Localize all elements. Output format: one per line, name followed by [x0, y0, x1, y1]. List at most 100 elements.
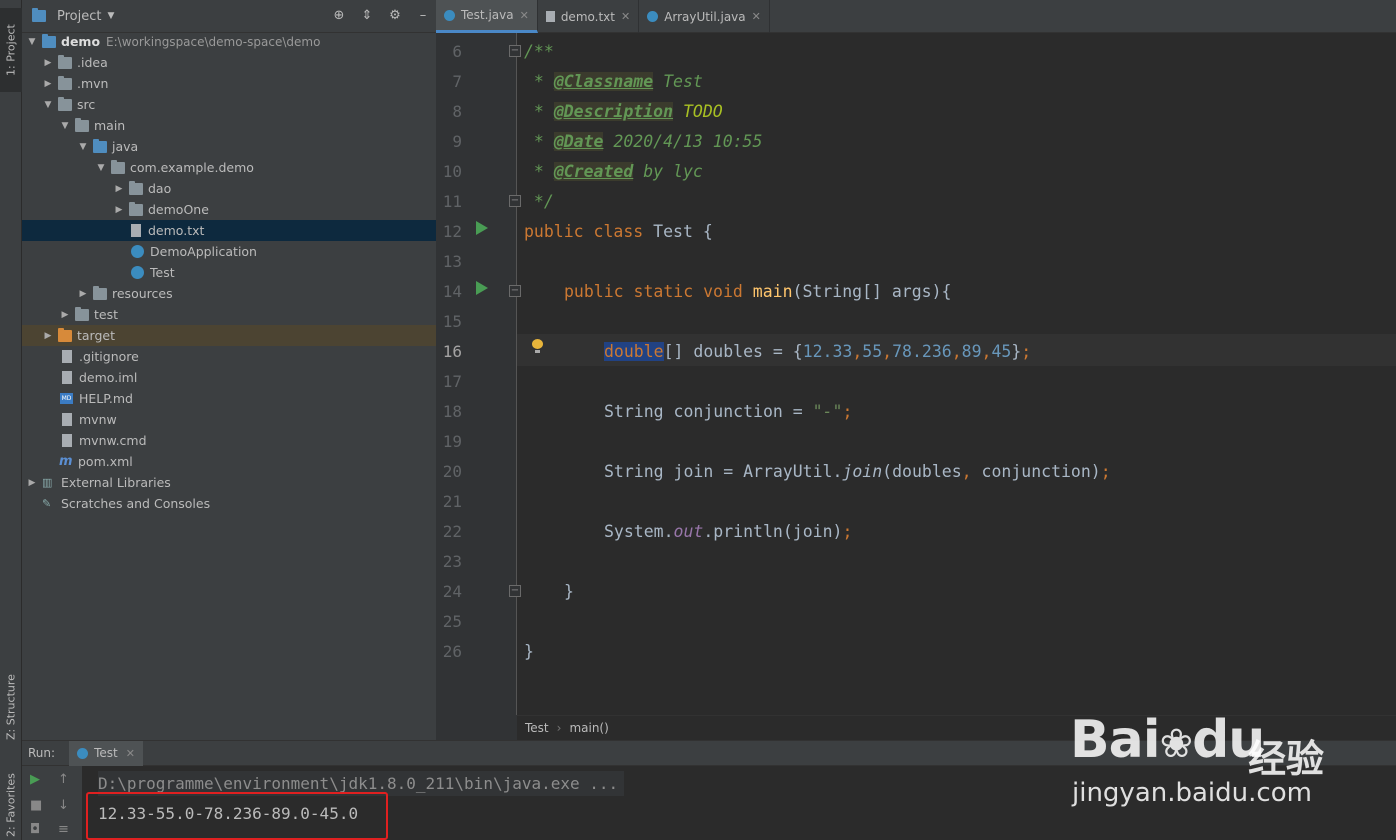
tree-item-demoapplication[interactable]: DemoApplication	[22, 241, 436, 262]
chevron-right-icon[interactable]: ▶	[113, 205, 125, 215]
tree-item-label: mvnw	[79, 412, 117, 427]
chevron-down-icon[interactable]: ▼	[42, 100, 54, 110]
project-panel-title[interactable]: Project	[57, 9, 101, 24]
favorites-tool-tab[interactable]: 2: Favorites	[0, 770, 22, 840]
close-icon[interactable]: ✕	[621, 10, 630, 23]
rerun-icon[interactable]: ▶	[30, 772, 40, 787]
code-token: ;	[1021, 342, 1032, 361]
tree-item-label: resources	[112, 286, 173, 301]
code-line-16: double[] doubles = {12.33,55,78.236,89,4…	[604, 337, 1031, 367]
chevron-right-icon[interactable]: ▶	[26, 478, 38, 488]
fold-icon[interactable]: −	[509, 45, 521, 57]
stop-icon[interactable]: ■	[30, 798, 42, 813]
project-panel-header: Project ▼ ⊕ ⇕ ⚙ –	[22, 0, 436, 33]
tree-item-label: .idea	[77, 55, 108, 70]
tree-item-external-libraries[interactable]: ▶ ▥ External Libraries	[22, 472, 436, 493]
chevron-right-icon[interactable]: ▶	[59, 310, 71, 320]
tree-item-main[interactable]: ▼ main	[22, 115, 436, 136]
code-token: ,	[951, 342, 962, 361]
line-number: 12	[442, 222, 462, 241]
tree-item-demo-iml[interactable]: demo.iml	[22, 367, 436, 388]
camera-icon[interactable]: ◘	[30, 822, 40, 837]
lightbulb-icon[interactable]	[532, 339, 543, 353]
scroll-up-icon[interactable]: ↑	[58, 772, 69, 787]
code-line-24: }	[564, 582, 574, 601]
minimize-icon[interactable]: –	[416, 8, 430, 23]
scroll-down-icon[interactable]: ↓	[58, 798, 69, 813]
tree-item-label: demo.txt	[148, 223, 205, 238]
maven-icon: m	[59, 454, 73, 469]
chevron-right-icon[interactable]: ▶	[42, 79, 54, 89]
chevron-right-icon[interactable]: ▶	[77, 289, 89, 299]
structure-tool-tab[interactable]: Z: Structure	[0, 672, 22, 742]
tree-item-src[interactable]: ▼ src	[22, 94, 436, 115]
code-token: @Description	[553, 102, 674, 121]
tree-item-resources[interactable]: ▶ resources	[22, 283, 436, 304]
tab-test-java[interactable]: Test.java ✕	[436, 0, 538, 33]
tree-item-idea[interactable]: ▶ .idea	[22, 52, 436, 73]
module-folder-icon	[42, 33, 56, 48]
java-class-icon	[647, 11, 659, 22]
close-icon[interactable]: ✕	[520, 9, 529, 22]
code-token: Test	[653, 72, 703, 91]
fold-icon[interactable]: −	[509, 285, 521, 297]
chevron-down-icon[interactable]: ▼	[95, 163, 107, 173]
locate-icon[interactable]: ⊕	[332, 8, 346, 23]
tree-item-package[interactable]: ▼ com.example.demo	[22, 157, 436, 178]
run-panel: Run: Test ✕ ▶ ↑ ■ ↓ ◘ ≡ D:\programme\env…	[22, 740, 1396, 840]
tree-item-help-md[interactable]: MD HELP.md	[22, 388, 436, 409]
code-token: *	[524, 132, 554, 151]
fold-icon[interactable]: −	[509, 585, 521, 597]
tree-item-gitignore[interactable]: .gitignore	[22, 346, 436, 367]
folder-icon	[58, 96, 72, 111]
chevron-down-icon[interactable]: ▼	[77, 142, 89, 152]
tree-item-mvnw[interactable]: mvnw	[22, 409, 436, 430]
tree-item-test-class[interactable]: Test	[22, 262, 436, 283]
tree-item-demo[interactable]: ▼ demo E:\workingspace\demo-space\demo	[22, 31, 436, 52]
tree-item-target[interactable]: ▶ target	[22, 325, 436, 346]
project-tool-tab[interactable]: 1: Project	[0, 8, 22, 92]
breadcrumb-method[interactable]: main()	[569, 721, 608, 735]
run-class-icon[interactable]	[476, 221, 488, 235]
line-number: 13	[442, 252, 462, 271]
text-file-icon	[545, 11, 555, 22]
chevron-right-icon[interactable]: ▶	[113, 184, 125, 194]
tree-item-label: pom.xml	[78, 454, 133, 469]
tree-item-mvnw-cmd[interactable]: mvnw.cmd	[22, 430, 436, 451]
run-main-icon[interactable]	[476, 281, 488, 295]
close-icon[interactable]: ✕	[126, 747, 135, 760]
chevron-right-icon[interactable]: ▶	[42, 331, 54, 341]
tree-item-label: demo	[61, 34, 101, 49]
tree-item-dao[interactable]: ▶ dao	[22, 178, 436, 199]
gear-icon[interactable]: ⚙	[388, 8, 402, 23]
code-token: static	[633, 282, 694, 301]
chevron-down-icon[interactable]: ▼	[26, 37, 38, 47]
file-icon	[62, 434, 72, 447]
tree-item-label: mvnw.cmd	[79, 433, 147, 448]
tree-item-pom-xml[interactable]: m pom.xml	[22, 451, 436, 472]
tree-item-java[interactable]: ▼ java	[22, 136, 436, 157]
chevron-right-icon[interactable]: ▶	[42, 58, 54, 68]
breadcrumb-class[interactable]: Test	[525, 721, 549, 735]
chevron-down-icon[interactable]: ▼	[59, 121, 71, 131]
collapse-all-icon[interactable]: ⇕	[360, 8, 374, 23]
soft-wrap-icon[interactable]: ≡	[58, 822, 69, 837]
left-tool-strip: 1: Project Z: Structure 2: Favorites	[0, 0, 22, 840]
fold-icon[interactable]: −	[509, 195, 521, 207]
chevron-down-icon[interactable]: ▼	[107, 11, 114, 21]
tree-item-label: src	[77, 97, 96, 112]
line-number: 25	[442, 612, 462, 631]
line-number: 8	[452, 102, 462, 121]
tab-arrayutil-java[interactable]: ArrayUtil.java ✕	[639, 0, 770, 33]
tree-item-mvn[interactable]: ▶ .mvn	[22, 73, 436, 94]
close-icon[interactable]: ✕	[752, 10, 761, 23]
run-tab-label: Test	[94, 746, 118, 760]
tree-item-demo-txt[interactable]: demo.txt	[22, 220, 436, 241]
tree-item-label: test	[94, 307, 119, 322]
tree-item-test[interactable]: ▶ test	[22, 304, 436, 325]
tree-item-demoone[interactable]: ▶ demoOne	[22, 199, 436, 220]
code-token: *	[524, 162, 554, 181]
run-tab-test[interactable]: Test ✕	[69, 740, 143, 766]
tree-item-scratches[interactable]: ✎ Scratches and Consoles	[22, 493, 436, 514]
tab-demo-txt[interactable]: demo.txt ✕	[538, 0, 640, 33]
